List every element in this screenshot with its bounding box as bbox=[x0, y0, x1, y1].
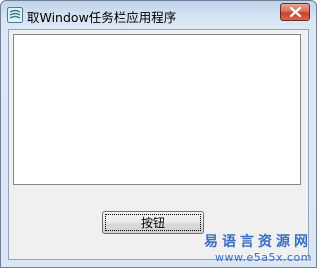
watermark-url: www.e5a5x.com bbox=[215, 251, 312, 264]
watermark: 易语言资源网 www.e5a5x.com bbox=[204, 233, 312, 264]
window-client-area: 按钮 bbox=[8, 29, 309, 260]
close-icon bbox=[290, 7, 301, 17]
close-button[interactable] bbox=[280, 3, 310, 21]
window-title: 取Window任务栏应用程序 bbox=[27, 10, 177, 25]
app-list-box[interactable] bbox=[13, 34, 301, 185]
action-button[interactable]: 按钮 bbox=[102, 211, 204, 234]
title-bar[interactable]: 取Window任务栏应用程序 bbox=[1, 1, 316, 29]
app-icon[interactable] bbox=[7, 7, 23, 23]
app-window: 取Window任务栏应用程序 按钮 易语言资源网 www.e5a5x.com bbox=[0, 0, 317, 268]
watermark-title: 易语言资源网 bbox=[204, 234, 312, 250]
